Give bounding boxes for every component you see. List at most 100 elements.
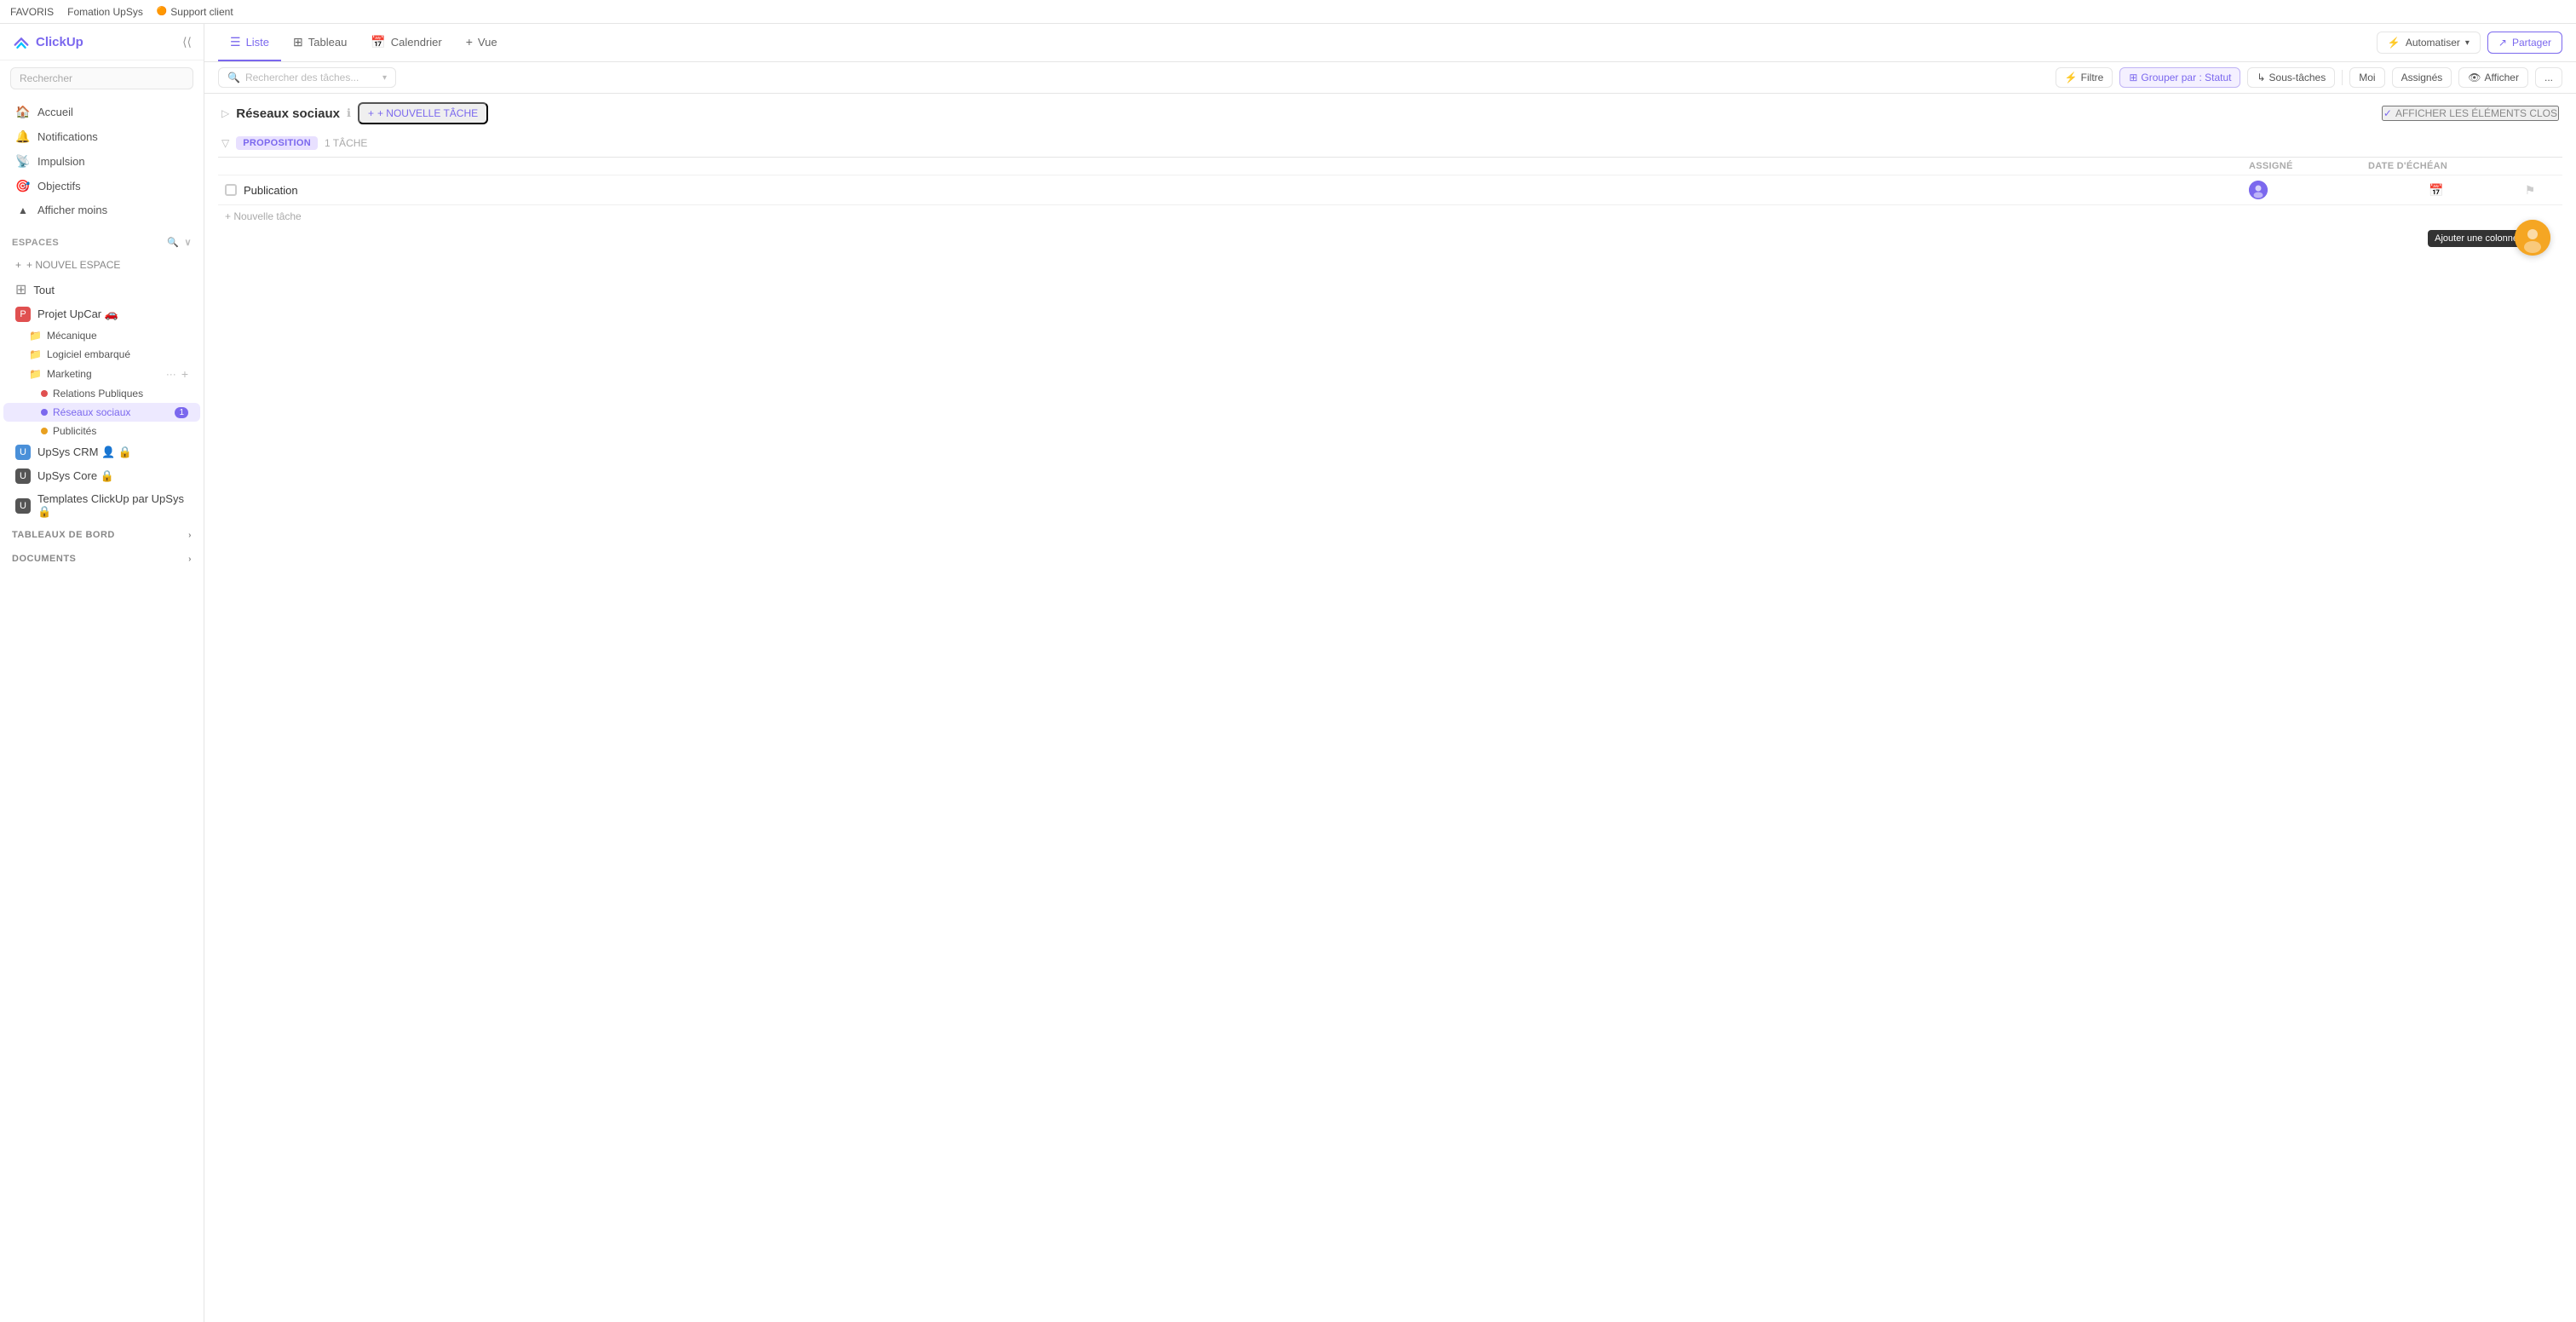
task-name[interactable]: Publication xyxy=(244,184,298,197)
sidebar-item-afficher-moins[interactable]: ▲ Afficher moins xyxy=(3,198,200,221)
automate-icon: ⚡ xyxy=(2388,37,2401,49)
dot-reseaux-sociaux xyxy=(41,409,48,416)
space-item-templates[interactable]: U Templates ClickUp par UpSys 🔒 xyxy=(3,488,200,523)
automate-label: Automatiser xyxy=(2406,37,2460,49)
reseaux-sociaux-count: 1 xyxy=(175,407,188,418)
tableaux-section[interactable]: TABLEAUX DE BORD › xyxy=(0,523,204,547)
space-item-upsys-core-label: UpSys Core 🔒 xyxy=(37,469,114,483)
page-header-right: ✓ AFFICHER LES ÉLÉMENTS CLOS xyxy=(2382,106,2559,121)
add-column-tooltip: Ajouter une colonne xyxy=(2428,230,2525,247)
moi-button[interactable]: Moi xyxy=(2349,67,2384,88)
list-item-relations-publiques-label: Relations Publiques xyxy=(53,388,143,399)
automate-button[interactable]: ⚡ Automatiser ▾ xyxy=(2377,32,2481,54)
sidebar-item-impulsion[interactable]: 📡 Impulsion xyxy=(3,149,200,174)
flag-icon[interactable]: ⚑ xyxy=(2525,183,2536,198)
sidebar-collapse-btn[interactable]: ⟨⟨ xyxy=(182,35,192,49)
content-body: ▷ Réseaux sociaux ℹ + + NOUVELLE TÂCHE ✓… xyxy=(204,94,2576,1322)
new-space-label: + NOUVEL ESPACE xyxy=(26,259,120,271)
space-item-upsys-core[interactable]: U UpSys Core 🔒 xyxy=(3,464,200,488)
folder-marketing-add-icon[interactable]: + xyxy=(181,367,188,381)
search-spaces-icon[interactable]: 🔍 xyxy=(167,237,179,248)
sidebar-item-notifications[interactable]: 🔔 Notifications xyxy=(3,124,200,149)
folder-mecanique[interactable]: 📁 Mécanique xyxy=(3,326,200,345)
sidebar: ClickUp ⟨⟨ ⌘K 🏠 Accueil 🔔 Notifications … xyxy=(0,24,204,1322)
new-task-row-label: + Nouvelle tâche xyxy=(225,210,302,222)
afficher-label: Afficher xyxy=(2485,72,2519,83)
list-item-reseaux-sociaux[interactable]: Réseaux sociaux 1 xyxy=(3,403,200,422)
share-button[interactable]: ↗ Partager xyxy=(2487,32,2562,54)
documents-chevron-icon: › xyxy=(188,555,192,564)
tab-liste-label: Liste xyxy=(246,36,269,49)
tab-vue[interactable]: + Vue xyxy=(454,24,509,61)
folder-logiciel-icon: 📁 xyxy=(29,348,42,360)
assignes-button[interactable]: Assignés xyxy=(2392,67,2452,88)
list-item-publicites[interactable]: Publicités xyxy=(3,422,200,440)
filter-icon: ⚡ xyxy=(2065,72,2078,83)
sidebar-item-accueil[interactable]: 🏠 Accueil xyxy=(3,100,200,124)
more-options-button[interactable]: ... xyxy=(2535,67,2562,88)
tab-calendrier[interactable]: 📅 Calendrier xyxy=(359,24,453,61)
page-header-left: ▷ Réseaux sociaux ℹ + + NOUVELLE TÂCHE xyxy=(221,102,488,124)
space-item-upsys-crm-label: UpSys CRM 👤 🔒 xyxy=(37,445,132,459)
topbar-favoris[interactable]: FAVORIS xyxy=(10,6,54,18)
new-task-row[interactable]: + Nouvelle tâche xyxy=(218,205,2562,227)
afficher-button[interactable]: 👁 Afficher xyxy=(2458,67,2528,88)
show-closed-button[interactable]: ✓ AFFICHER LES ÉLÉMENTS CLOS xyxy=(2382,106,2559,121)
folder-mecanique-icon: 📁 xyxy=(29,330,42,342)
documents-section[interactable]: DOCUMENTS › xyxy=(0,547,204,571)
search-dropdown-icon[interactable]: ▾ xyxy=(382,73,387,83)
task-section-header: ▽ PROPOSITION 1 TÂCHE xyxy=(218,129,2562,158)
search-icon: 🔍 xyxy=(227,72,240,83)
moi-label: Moi xyxy=(2359,72,2375,83)
list-item-relations-publiques[interactable]: Relations Publiques xyxy=(3,384,200,403)
grouper-button[interactable]: ⊞ Grouper par : Statut xyxy=(2119,67,2240,88)
view-tabs: ☰ Liste ⊞ Tableau 📅 Calendrier + Vue xyxy=(204,24,2377,61)
sidebar-espaces-header: ESPACES 🔍 ∨ xyxy=(0,232,204,253)
folder-marketing[interactable]: 📁 Marketing ··· + xyxy=(3,364,200,384)
more-dots-icon: ... xyxy=(2544,72,2553,83)
sidebar-item-accueil-label: Accueil xyxy=(37,106,73,118)
page-title: Réseaux sociaux xyxy=(236,106,340,121)
espaces-actions: 🔍 ∨ xyxy=(167,237,192,248)
col-flag xyxy=(2504,161,2556,171)
new-task-label: + NOUVELLE TÂCHE xyxy=(377,107,478,119)
tab-liste[interactable]: ☰ Liste xyxy=(218,24,281,61)
bell-icon: 🔔 xyxy=(15,129,31,144)
floating-avatar-button[interactable] xyxy=(2515,220,2550,256)
subtask-icon: ↳ xyxy=(2257,72,2265,83)
section-collapse-icon[interactable]: ▽ xyxy=(221,137,229,149)
avatar xyxy=(2249,181,2268,199)
topbar-formation[interactable]: Fomation UpSys xyxy=(67,6,143,18)
folder-logiciel-embarque[interactable]: 📁 Logiciel embarqué xyxy=(3,345,200,364)
tab-tableau[interactable]: ⊞ Tableau xyxy=(281,24,359,61)
sidebar-item-notifications-label: Notifications xyxy=(37,130,98,143)
new-space-button[interactable]: + + NOUVEL ESPACE xyxy=(3,255,200,275)
toolbar-search-input[interactable] xyxy=(245,72,377,83)
sidebar-spaces-section: ESPACES 🔍 ∨ + + NOUVEL ESPACE ⊞ Tout P P… xyxy=(0,232,204,523)
calendar-date-icon[interactable]: 📅 xyxy=(2429,183,2443,198)
expand-spaces-icon[interactable]: ∨ xyxy=(184,237,192,248)
page-title-info-icon[interactable]: ℹ xyxy=(347,106,351,120)
space-item-tout[interactable]: ⊞ Tout xyxy=(3,277,200,302)
sidebar-item-objectifs[interactable]: 🎯 Objectifs xyxy=(3,174,200,198)
expand-section-icon[interactable]: ▷ xyxy=(221,107,229,119)
sidebar-logo[interactable]: ClickUp xyxy=(12,32,83,51)
folder-marketing-more-icon[interactable]: ··· xyxy=(166,368,176,380)
space-item-upsys-crm[interactable]: U UpSys CRM 👤 🔒 xyxy=(3,440,200,464)
avatar-image xyxy=(2249,181,2268,199)
folder-marketing-label: Marketing xyxy=(47,368,92,380)
search-input[interactable] xyxy=(10,67,193,89)
topbar-support[interactable]: Support client xyxy=(157,6,233,18)
new-task-button[interactable]: + + NOUVELLE TÂCHE xyxy=(358,102,488,124)
show-closed-label: AFFICHER LES ÉLÉMENTS CLOS xyxy=(2395,107,2557,119)
status-badge: PROPOSITION xyxy=(236,136,318,150)
filtre-button[interactable]: ⚡ Filtre xyxy=(2056,67,2113,88)
space-item-projet-upcar[interactable]: P Projet UpCar 🚗 xyxy=(3,302,200,326)
col-assignee: ASSIGNÉ xyxy=(2249,161,2368,171)
toolbar-search-container: 🔍 ▾ xyxy=(218,67,396,88)
floating-avatar-image xyxy=(2515,220,2550,256)
task-checkbox[interactable] xyxy=(225,184,237,196)
target-icon: 🎯 xyxy=(15,179,31,193)
space-item-tout-label: Tout xyxy=(33,284,55,296)
sous-taches-button[interactable]: ↳ Sous-tâches xyxy=(2247,67,2335,88)
